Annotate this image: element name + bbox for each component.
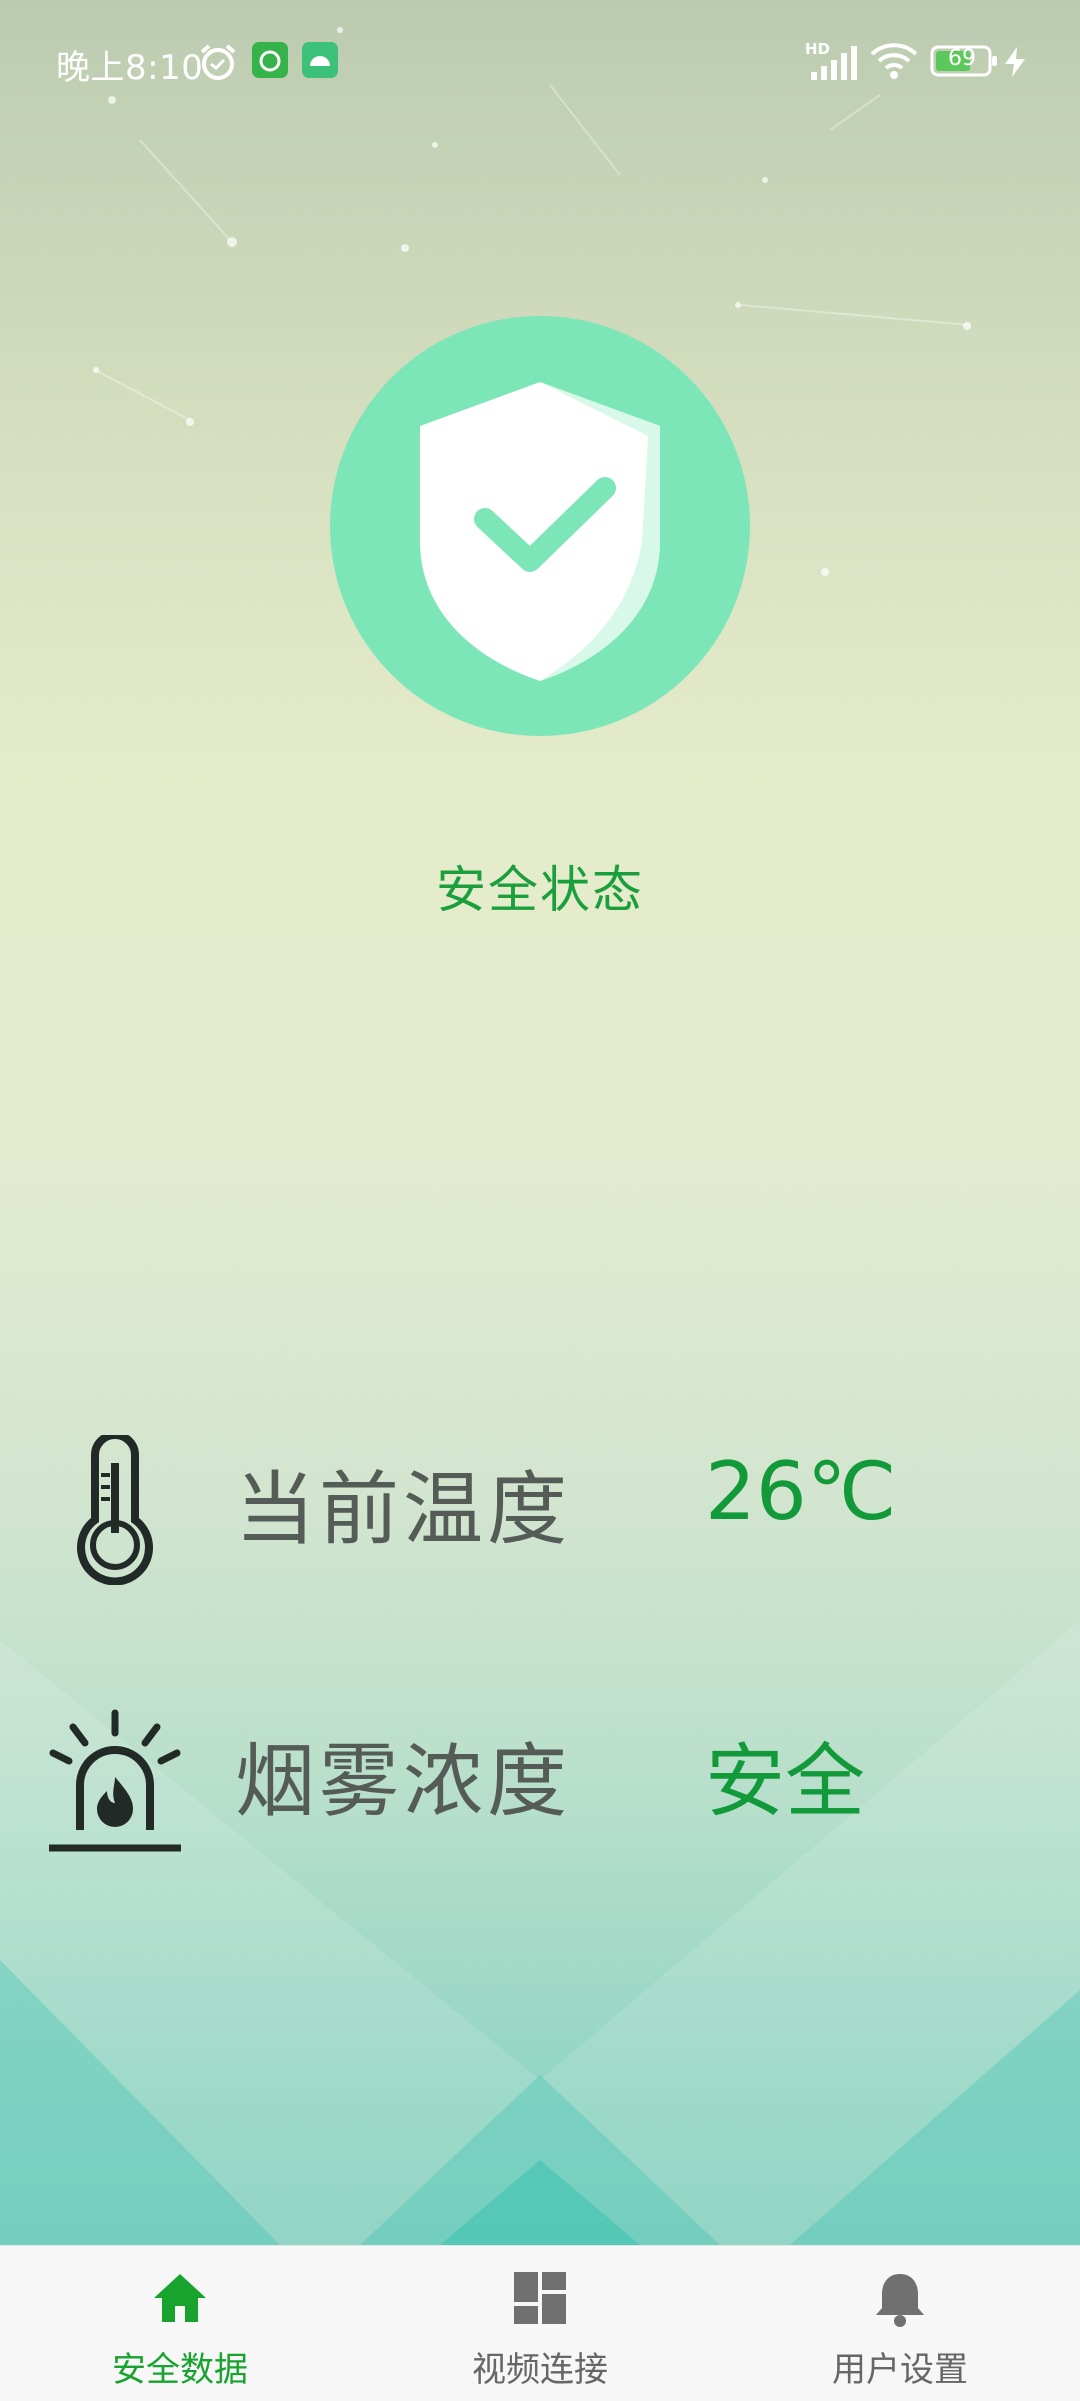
smoke-value: 安全 xyxy=(705,1735,865,1828)
charging-icon xyxy=(1003,46,1027,86)
status-bar: 晚上8:10 HD 69 xyxy=(0,0,1080,126)
temperature-value: 26℃ xyxy=(705,1445,897,1538)
battery-level: 69 xyxy=(948,46,976,71)
safety-status-text: 安全状态 xyxy=(436,861,644,919)
tab-video-connect[interactable]: 视频连接 xyxy=(360,2246,720,2401)
android-notification-icon xyxy=(302,42,338,87)
tab-user-settings[interactable]: 用户设置 xyxy=(720,2246,1080,2401)
bottom-tab-bar: 安全数据 视频连接 用户设置 xyxy=(0,2245,1080,2401)
tab-safety-data[interactable]: 安全数据 xyxy=(0,2246,360,2401)
smoke-row: 烟雾浓度 安全 xyxy=(0,1705,1080,1865)
tab-label: 视频连接 xyxy=(472,2350,608,2390)
wifi-icon xyxy=(870,42,918,89)
temperature-row: 当前温度 26℃ xyxy=(0,1431,1080,1595)
home-icon xyxy=(150,2268,210,2328)
thermometer-icon xyxy=(40,1431,190,1586)
bell-icon xyxy=(870,2268,930,2328)
status-time: 晚上8:10 xyxy=(56,48,204,88)
dashboard-icon xyxy=(510,2268,570,2328)
tab-label: 安全数据 xyxy=(112,2350,248,2390)
tab-label: 用户设置 xyxy=(832,2350,968,2390)
temperature-label: 当前温度 xyxy=(235,1463,571,1556)
shield-check-icon xyxy=(330,316,750,736)
app-notification-icon xyxy=(252,42,288,87)
alarm-siren-icon xyxy=(45,1705,195,1855)
alarm-clock-icon xyxy=(198,42,238,91)
smoke-label: 烟雾浓度 xyxy=(235,1735,571,1828)
